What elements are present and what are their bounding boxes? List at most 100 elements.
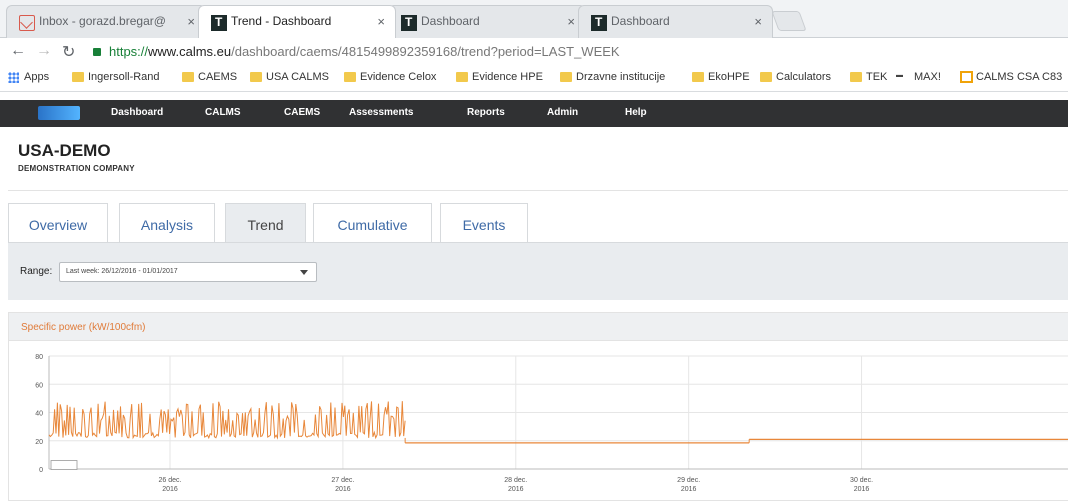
bookmark-ingersoll-rand[interactable]: Ingersoll-Rand [72,71,160,83]
url-field[interactable]: https://www.calms.eu/dashboard/caems/481… [93,41,1053,63]
y-tick-label: 0 [39,467,43,474]
tab-events[interactable]: Events [440,203,528,243]
bookmark-label: EkoHPE [708,71,750,83]
tab-title: Trend - Dashboard [231,14,332,28]
x-tick-label: 28 dec. [504,477,527,484]
bookmark-calculators[interactable]: Calculators [760,71,831,83]
browser-tab-dashboard-2[interactable]: Dashboard × [578,5,773,38]
address-bar: ← → ↻ https://www.calms.eu/dashboard/cae… [0,38,1068,66]
nav-admin[interactable]: Admin [547,107,578,118]
company-name: USA-DEMO [18,141,111,160]
x-tick-label: 2016 [162,486,178,493]
tab-trend[interactable]: Trend [225,203,306,243]
bookmark-usa-calms[interactable]: USA CALMS [250,71,329,83]
apps-icon [8,72,19,83]
tab-title: Dashboard [421,14,480,28]
x-tick-label: 2016 [508,486,524,493]
bookmark-label: USA CALMS [266,71,329,83]
bookmark-evidence-hpe[interactable]: Evidence HPE [456,71,543,83]
calms-icon [401,15,417,31]
browser-tab-trend[interactable]: Trend - Dashboard × [198,5,396,38]
trend-chart: 0 20 40 60 80 26 dec. 2016 27 dec. 2016 28 dec. 20… [35,354,1068,493]
x-tick-label: 2016 [854,486,870,493]
x-tick-label: 30 dec. [850,477,873,484]
bookmark-label: TEK [866,71,888,83]
calms-logo[interactable] [38,106,80,120]
browser-tab-inbox[interactable]: Inbox - gorazd.bregar@ × [6,5,206,38]
caret-down-icon [300,270,308,275]
browser-tab-strip: Inbox - gorazd.bregar@ × Trend - Dashboa… [0,0,1068,38]
folder-icon [850,72,862,82]
company-subtitle: DEMONSTRATION COMPANY [18,164,135,173]
back-arrow-icon[interactable]: ← [10,42,26,60]
nav-reports[interactable]: Reports [467,107,505,118]
y-tick-label: 60 [35,382,43,389]
nav-calms[interactable]: CALMS [205,107,241,118]
app-nav: Dashboard CALMS CAEMS Assessments Report… [0,100,1068,127]
bookmark-evidence-celox[interactable]: Evidence Celox [344,71,436,83]
bookmark-caems[interactable]: CAEMS [182,71,237,83]
y-tick-label: 20 [35,439,43,446]
nav-help[interactable]: Help [625,107,647,118]
new-tab-button[interactable] [771,11,807,31]
bookmark-tek[interactable]: TEK [850,71,887,83]
tab-title: Inbox - gorazd.bregar@ [39,14,166,28]
close-icon[interactable]: × [377,14,385,29]
x-tick-label: 2016 [681,486,697,493]
y-tick-label: 80 [35,354,43,361]
bookmark-calms-csa[interactable]: CALMS CSA C83 [960,71,1062,83]
folder-icon [692,72,704,82]
range-panel: Range: Last week: 26/12/2016 - 01/01/201… [8,242,1068,300]
folder-icon [182,72,194,82]
divider [8,190,1068,191]
chart-navigator-box [50,460,78,470]
close-icon[interactable]: × [187,14,195,29]
range-select[interactable]: Last week: 26/12/2016 - 01/01/2017 [59,262,317,282]
bookmark-apps[interactable]: Apps [8,71,49,83]
reload-icon[interactable]: ↻ [62,42,75,62]
close-icon[interactable]: × [754,14,762,29]
bookmark-label: Ingersoll-Rand [88,71,160,83]
max-icon: ▬ [896,72,903,79]
folder-icon [72,72,84,82]
bookmark-label: Evidence HPE [472,71,543,83]
calms-icon [591,15,607,31]
chart-panel: Specific power (kW/100cfm) 0 20 40 60 80 26 d… [8,312,1068,501]
lock-icon [93,48,101,56]
bookmark-drzavne-institucije[interactable]: Drzavne institucije [560,71,665,83]
bookmark-label: Calculators [776,71,832,83]
url-domain: www.calms.eu [148,44,232,59]
bookmark-ekohpe[interactable]: EkoHPE [692,71,750,83]
bookmarks-bar: Apps Ingersoll-Rand CAEMS USA CALMS Evid… [0,66,1068,92]
bookmark-label: Apps [24,71,50,83]
range-label: Range: [20,266,53,277]
calms-bookmark-icon [960,71,973,83]
tab-overview[interactable]: Overview [8,203,108,243]
nav-caems[interactable]: CAEMS [284,107,320,118]
tab-title: Dashboard [611,14,670,28]
tab-cumulative[interactable]: Cumulative [313,203,432,243]
y-tick-label: 40 [35,411,43,418]
nav-dashboard[interactable]: Dashboard [111,107,163,118]
bookmark-label: CALMS CSA C83 [976,71,1063,83]
x-tick-label: 27 dec. [331,477,354,484]
bookmark-label: MAX! [914,71,941,83]
x-tick-label: 2016 [335,486,351,493]
tab-analysis[interactable]: Analysis [119,203,215,243]
bookmark-label: CAEMS [198,71,238,83]
url-path: /dashboard/caems/4815499892359168/trend?… [231,44,620,59]
bookmark-label: Evidence Celox [360,71,437,83]
calms-icon [211,15,227,31]
folder-icon [760,72,772,82]
bookmark-max[interactable]: ▬ MAX! [896,71,941,83]
forward-arrow-icon[interactable]: → [36,42,52,60]
chart-title: Specific power (kW/100cfm) [9,313,1068,341]
x-tick-label: 26 dec. [159,477,182,484]
nav-assessments[interactable]: Assessments [349,107,413,118]
folder-icon [344,72,356,82]
close-icon[interactable]: × [567,14,575,29]
browser-tab-dashboard-1[interactable]: Dashboard × [388,5,586,38]
series-line-noisy [48,401,406,440]
folder-icon [456,72,468,82]
bookmark-label: Drzavne institucije [576,71,666,83]
